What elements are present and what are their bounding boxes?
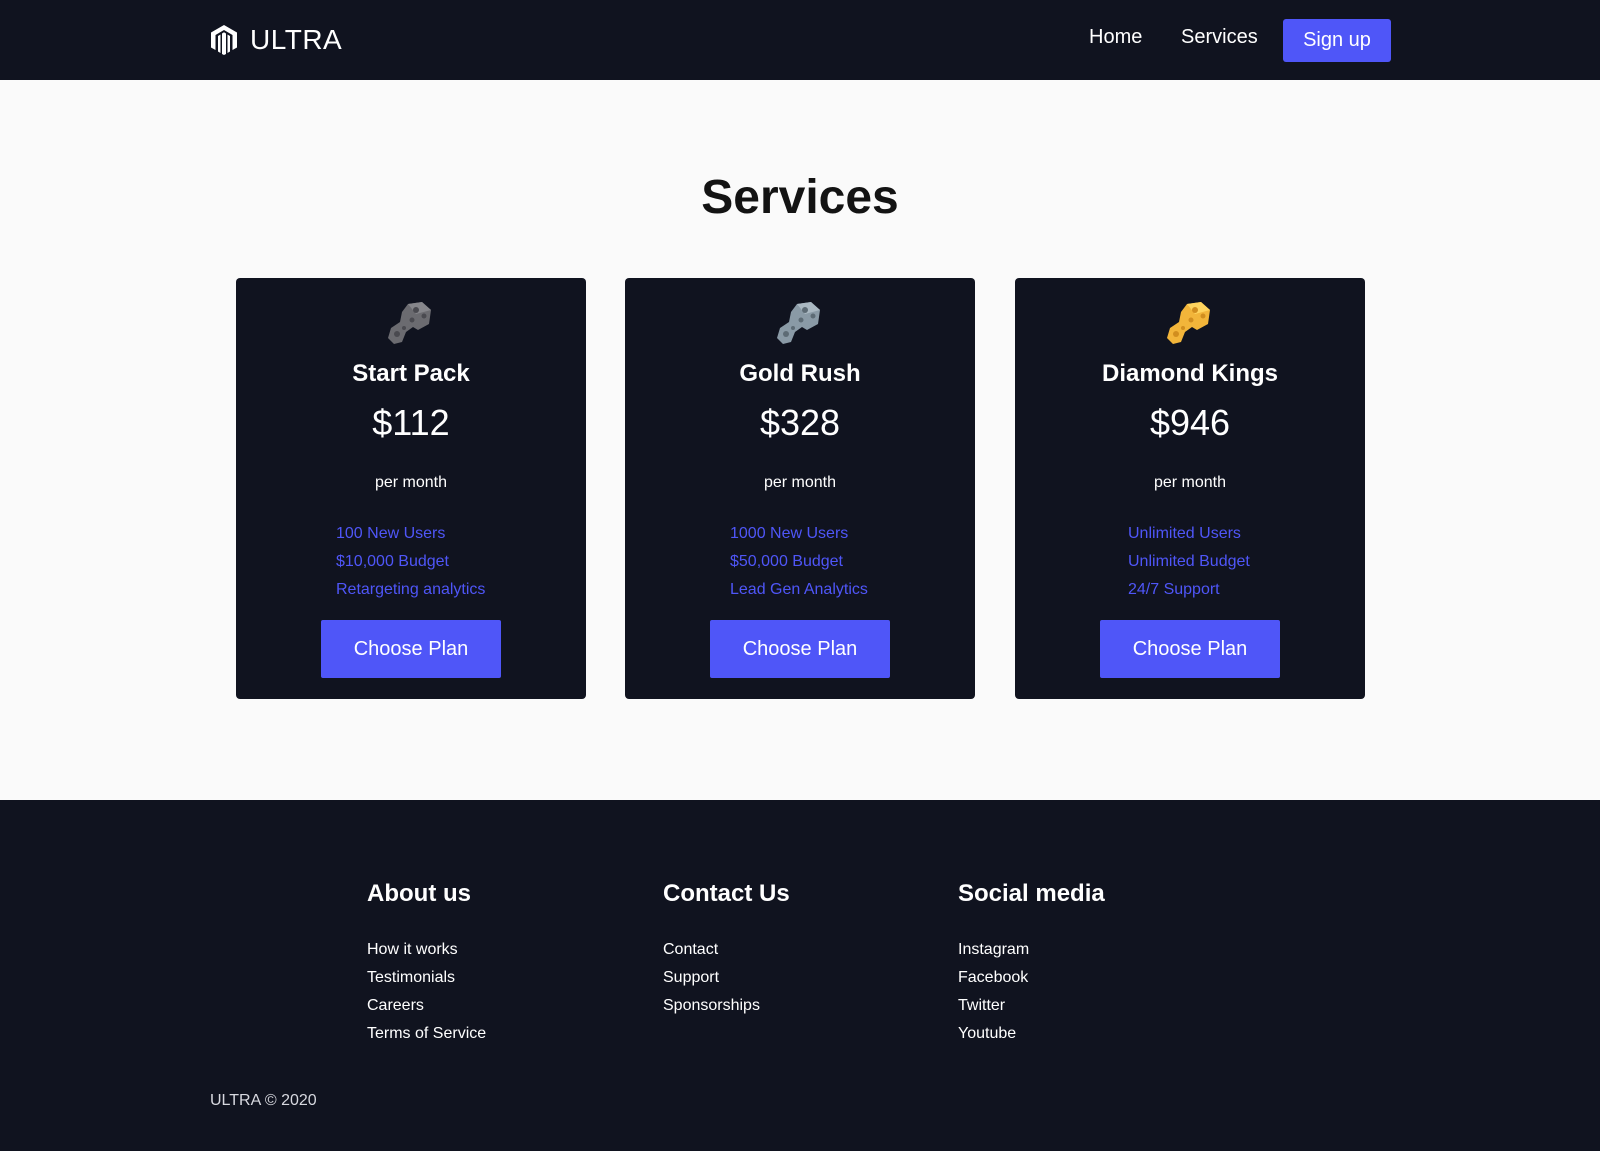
footer-heading: Social media xyxy=(958,880,1105,907)
navbar: ULTRA Home Services Sign up xyxy=(0,0,1600,80)
footer-column-social: Social media Instagram Facebook Twitter … xyxy=(958,880,1105,1048)
pricing-card-start-pack: Start Pack $112 per month 100 New Users … xyxy=(236,278,586,699)
choose-plan-button[interactable]: Choose Plan xyxy=(1100,620,1280,678)
feature-item: 24/7 Support xyxy=(1128,581,1220,598)
feature-item: 100 New Users xyxy=(336,525,446,542)
feature-item: Lead Gen Analytics xyxy=(730,581,868,598)
footer-link-support[interactable]: Support xyxy=(663,964,790,992)
plan-price: $946 xyxy=(1149,402,1231,443)
feature-item: $50,000 Budget xyxy=(730,553,843,570)
footer-column-about: About us How it works Testimonials Caree… xyxy=(367,880,486,1048)
footer-link-terms[interactable]: Terms of Service xyxy=(367,1020,486,1048)
feature-item: $10,000 Budget xyxy=(336,553,449,570)
plan-period: per month xyxy=(1153,474,1227,491)
magento-hex-icon xyxy=(210,23,240,57)
signup-button[interactable]: Sign up xyxy=(1283,19,1391,62)
pricing-card-diamond-kings: Diamond Kings $946 per month Unlimited U… xyxy=(1015,278,1365,699)
feature-list: Unlimited Users Unlimited Budget 24/7 Su… xyxy=(1015,520,1365,598)
feature-list: 1000 New Users $50,000 Budget Lead Gen A… xyxy=(625,520,975,598)
feature-item: 1000 New Users xyxy=(730,525,849,542)
feature-item: Retargeting analytics xyxy=(336,581,486,598)
plan-period: per month xyxy=(374,474,448,491)
feature-item: Unlimited Users xyxy=(1128,525,1241,542)
footer-link-sponsorships[interactable]: Sponsorships xyxy=(663,992,790,1020)
feature-list: 100 New Users $10,000 Budget Retargeting… xyxy=(236,520,586,598)
brand-name: ULTRA xyxy=(250,24,343,55)
choose-plan-button[interactable]: Choose Plan xyxy=(321,620,501,678)
plan-price: $328 xyxy=(759,402,841,443)
page-title: Services xyxy=(701,171,899,224)
footer-link-facebook[interactable]: Facebook xyxy=(958,964,1105,992)
feature-item: Unlimited Budget xyxy=(1128,553,1250,570)
footer-link-twitter[interactable]: Twitter xyxy=(958,992,1105,1020)
footer-link-testimonials[interactable]: Testimonials xyxy=(367,964,486,992)
nav-services-link[interactable]: Services xyxy=(1181,26,1258,49)
gold-nugget-icon xyxy=(1165,300,1213,346)
footer-heading: Contact Us xyxy=(663,880,790,907)
footer-link-contact[interactable]: Contact xyxy=(663,936,790,964)
pricing-card-gold-rush: Gold Rush $328 per month 1000 New Users … xyxy=(625,278,975,699)
plan-price: $112 xyxy=(372,402,450,443)
footer-heading: About us xyxy=(367,880,471,907)
plan-name: Diamond Kings xyxy=(1101,360,1278,387)
footer-link-instagram[interactable]: Instagram xyxy=(958,936,1105,964)
copyright: ULTRA © 2020 xyxy=(210,1092,317,1109)
brand-logo-link[interactable]: ULTRA xyxy=(210,20,342,60)
footer-link-how-it-works[interactable]: How it works xyxy=(367,936,486,964)
rock-icon xyxy=(386,300,434,346)
plan-period: per month xyxy=(763,474,837,491)
footer: About us How it works Testimonials Caree… xyxy=(0,800,1600,1151)
nav-home-link[interactable]: Home xyxy=(1089,26,1142,49)
choose-plan-button[interactable]: Choose Plan xyxy=(710,620,890,678)
footer-link-careers[interactable]: Careers xyxy=(367,992,486,1020)
footer-column-contact: Contact Us Contact Support Sponsorships xyxy=(663,880,790,1020)
plan-name: Gold Rush xyxy=(739,360,861,387)
silver-ore-icon xyxy=(775,300,823,346)
footer-link-youtube[interactable]: Youtube xyxy=(958,1020,1105,1048)
plan-name: Start Pack xyxy=(352,360,470,387)
